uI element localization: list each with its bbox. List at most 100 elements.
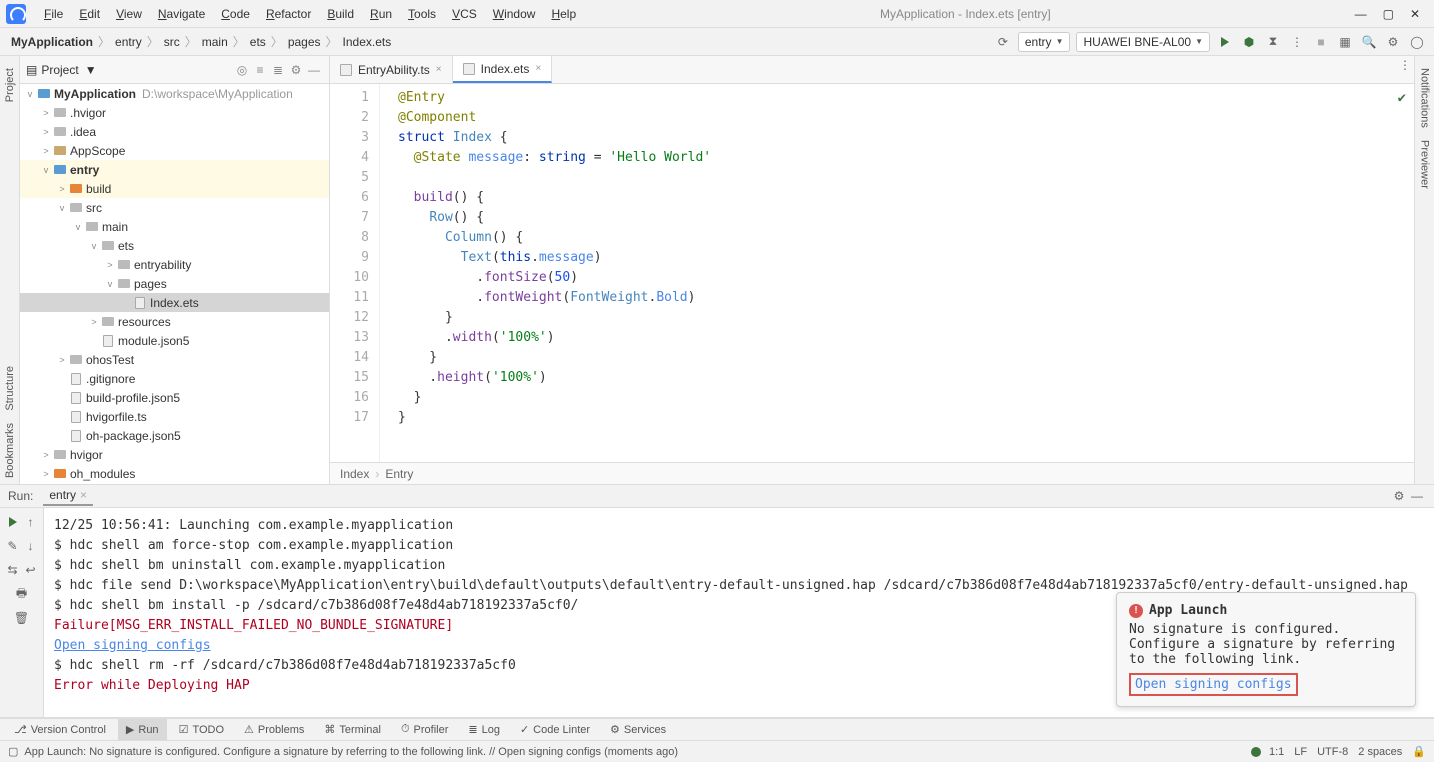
- stop-icon[interactable]: ■: [1312, 33, 1330, 51]
- sync-icon[interactable]: ⟳: [994, 33, 1012, 51]
- tree-item-.idea[interactable]: >.idea: [20, 122, 329, 141]
- run-gear-icon[interactable]: ⚙: [1390, 487, 1408, 505]
- collapse-icon[interactable]: ≣: [269, 61, 287, 79]
- panel-view-combo[interactable]: ▼: [85, 63, 97, 77]
- tree-item-ets[interactable]: vets: [20, 236, 329, 255]
- menu-vcs[interactable]: VCS: [444, 7, 485, 21]
- sidebar-tab-bookmarks[interactable]: Bookmarks: [4, 417, 16, 484]
- crumb-2[interactable]: src: [161, 35, 183, 49]
- breadcrumb[interactable]: MyApplication〉entry〉src〉main〉ets〉pages〉I…: [8, 33, 394, 50]
- bottom-tab-version-control[interactable]: ⎇Version Control: [6, 719, 114, 740]
- menu-edit[interactable]: Edit: [71, 7, 108, 21]
- code-content[interactable]: @Entry@Componentstruct Index { @State me…: [380, 84, 1414, 462]
- code-crumb-1[interactable]: Entry: [385, 467, 413, 481]
- debug-icon[interactable]: ⬢: [1240, 33, 1258, 51]
- status-encoding[interactable]: UTF-8: [1317, 746, 1348, 758]
- crumb-0[interactable]: MyApplication: [8, 35, 96, 49]
- up-icon[interactable]: ↑: [23, 514, 39, 530]
- run-config-combo[interactable]: entry▼: [1018, 32, 1071, 52]
- stop-icon[interactable]: ✎: [5, 538, 21, 554]
- expand-icon[interactable]: ≡: [251, 61, 269, 79]
- crumb-5[interactable]: pages: [285, 35, 324, 49]
- tree-item-entry[interactable]: ventry: [20, 160, 329, 179]
- tree-item-build-profile.json5[interactable]: build-profile.json5: [20, 388, 329, 407]
- project-tree[interactable]: vMyApplicationD:\workspace\MyApplication…: [20, 84, 329, 484]
- menu-code[interactable]: Code: [213, 7, 258, 21]
- sidebar-tab-structure[interactable]: Structure: [4, 360, 16, 417]
- console-output[interactable]: 12/25 10:56:41: Launching com.example.my…: [44, 508, 1434, 717]
- bottom-tab-profiler[interactable]: ⏱Profiler: [393, 719, 456, 740]
- bottom-tab-log[interactable]: ≣Log: [460, 719, 508, 740]
- crumb-1[interactable]: entry: [112, 35, 145, 49]
- menu-view[interactable]: View: [108, 7, 150, 21]
- status-lf[interactable]: LF: [1294, 746, 1307, 758]
- run-tab-entry[interactable]: entry ×: [43, 486, 93, 506]
- tree-item-resources[interactable]: >resources: [20, 312, 329, 331]
- status-indent[interactable]: 2 spaces: [1358, 746, 1402, 758]
- down-icon[interactable]: ↓: [23, 538, 39, 554]
- menu-run[interactable]: Run: [362, 7, 400, 21]
- tree-item-build[interactable]: >build: [20, 179, 329, 198]
- maximize-icon[interactable]: ▢: [1383, 7, 1394, 21]
- bottom-tab-todo[interactable]: ☑TODO: [171, 719, 232, 740]
- tree-item-module.json5[interactable]: module.json5: [20, 331, 329, 350]
- avatar-icon[interactable]: ◯: [1408, 33, 1426, 51]
- target-icon[interactable]: ◎: [233, 61, 251, 79]
- crumb-3[interactable]: main: [199, 35, 231, 49]
- sidebar-tab-project[interactable]: Project: [4, 62, 16, 108]
- menu-refactor[interactable]: Refactor: [258, 7, 319, 21]
- menu-help[interactable]: Help: [543, 7, 584, 21]
- bottom-tab-services[interactable]: ⚙Services: [602, 719, 674, 740]
- tree-item-main[interactable]: vmain: [20, 217, 329, 236]
- tree-root[interactable]: vMyApplicationD:\workspace\MyApplication: [20, 84, 329, 103]
- tree-item-hvigorfile.ts[interactable]: hvigorfile.ts: [20, 407, 329, 426]
- sidebar-tab-notifications[interactable]: Notifications: [1419, 62, 1431, 134]
- menu-build[interactable]: Build: [319, 7, 362, 21]
- run-hide-icon[interactable]: —: [1408, 487, 1426, 505]
- tree-item-.gitignore[interactable]: .gitignore: [20, 369, 329, 388]
- gear-icon[interactable]: ⚙: [1384, 33, 1402, 51]
- bottom-tab-code-linter[interactable]: ✓Code Linter: [512, 719, 598, 740]
- menu-window[interactable]: Window: [485, 7, 544, 21]
- tree-item-ohosTest[interactable]: >ohosTest: [20, 350, 329, 369]
- crumb-4[interactable]: ets: [247, 35, 269, 49]
- tree-item-src[interactable]: vsrc: [20, 198, 329, 217]
- code-breadcrumb[interactable]: Index › Entry: [330, 462, 1414, 484]
- status-caret[interactable]: 1:1: [1269, 746, 1284, 758]
- panel-gear-icon[interactable]: ⚙: [287, 61, 305, 79]
- menu-tools[interactable]: Tools: [400, 7, 444, 21]
- tree-item-oh_modules[interactable]: >oh_modules: [20, 464, 329, 483]
- menu-navigate[interactable]: Navigate: [150, 7, 213, 21]
- bottom-tab-run[interactable]: ▶Run: [118, 719, 167, 740]
- tree-item-pages[interactable]: vpages: [20, 274, 329, 293]
- status-lock-icon[interactable]: 🔒: [1412, 745, 1426, 758]
- tree-item-AppScope[interactable]: >AppScope: [20, 141, 329, 160]
- attach-icon[interactable]: ⋮: [1288, 33, 1306, 51]
- run-icon[interactable]: [1216, 33, 1234, 51]
- editor-tab-EntryAbility.ts[interactable]: EntryAbility.ts×: [330, 56, 453, 83]
- code-crumb-0[interactable]: Index: [340, 467, 369, 481]
- crumb-6[interactable]: Index.ets: [340, 35, 395, 49]
- tree-item-.hvigor[interactable]: >.hvigor: [20, 103, 329, 122]
- device-combo[interactable]: HUAWEI BNE-AL00▼: [1076, 32, 1210, 52]
- run-tab-close-icon[interactable]: ×: [80, 488, 87, 502]
- print-icon[interactable]: 🖶: [14, 586, 30, 602]
- editor-more-icon[interactable]: ⋮: [1396, 56, 1414, 74]
- search-icon[interactable]: 🔍: [1360, 33, 1378, 51]
- panel-hide-icon[interactable]: —: [305, 61, 323, 79]
- minimize-icon[interactable]: —: [1355, 7, 1367, 21]
- layout-toggle-icon[interactable]: ⇆: [5, 562, 21, 578]
- sidebar-tab-previewer[interactable]: Previewer: [1419, 134, 1431, 195]
- editor-tab-Index.ets[interactable]: Index.ets×: [453, 56, 553, 83]
- tree-item-entryability[interactable]: >entryability: [20, 255, 329, 274]
- tree-item-Index.ets[interactable]: Index.ets: [20, 293, 329, 312]
- profile-icon[interactable]: ⧗: [1264, 33, 1282, 51]
- wrap-icon[interactable]: ↩: [23, 562, 39, 578]
- popup-link[interactable]: Open signing configs: [1129, 673, 1298, 696]
- code-editor[interactable]: 1234567891011121314151617 @Entry@Compone…: [330, 84, 1414, 462]
- menu-file[interactable]: File: [36, 7, 71, 21]
- bottom-tab-terminal[interactable]: ⌘Terminal: [316, 719, 389, 740]
- tree-item-oh-package.json5[interactable]: oh-package.json5: [20, 426, 329, 445]
- rerun-icon[interactable]: [5, 514, 21, 530]
- trash-icon[interactable]: 🗑: [14, 610, 30, 626]
